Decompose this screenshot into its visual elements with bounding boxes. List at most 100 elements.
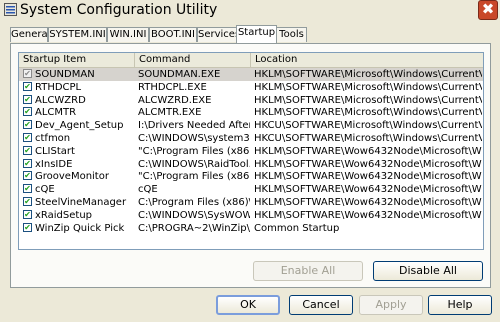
startup-location: HKLM\SOFTWARE\Wow6432Node\Microsoft\Wind… <box>254 171 482 183</box>
startup-item-checkbox[interactable]: ✔ <box>23 94 32 104</box>
startup-item-checkbox[interactable]: ✔ <box>23 184 32 194</box>
startup-command: ALCWZRD.EXE <box>138 94 212 106</box>
checkmark-icon: ✔ <box>24 158 31 168</box>
cancel-button[interactable]: Cancel <box>289 295 353 315</box>
column-header-command[interactable]: Command <box>135 53 251 67</box>
help-label: Help <box>447 298 473 311</box>
close-icon: ✖ <box>481 0 495 18</box>
startup-item-checkbox[interactable]: ✔ <box>23 197 32 206</box>
startup-item-name: Dev_Agent_Setup <box>35 120 124 132</box>
list-header: Startup Item Command Location <box>19 53 483 68</box>
startup-location: HKCU\SOFTWARE\Microsoft\Windows\CurrentV… <box>254 120 482 132</box>
tab-general[interactable]: General <box>10 27 51 42</box>
table-row[interactable]: ✔ ALCMTR ALCMTR.EXE HKLM\SOFTWARE\Microsoft… <box>19 106 483 119</box>
startup-item-checkbox[interactable]: ✔ <box>23 171 32 181</box>
startup-command: C:\PROGRA~2\WinZip\... <box>138 222 250 234</box>
tab-services[interactable]: Services <box>197 27 241 42</box>
tab-startup[interactable]: Startup <box>236 25 277 43</box>
close-button[interactable]: ✖ <box>478 0 498 20</box>
column-header-label: Startup Item <box>23 54 87 65</box>
disable-all-button[interactable]: Disable All <box>373 261 483 281</box>
table-row[interactable]: ✔ SteelVineManager C:\Program Files (x86)\… <box>19 196 483 209</box>
table-row[interactable]: ✔ ALCWZRD ALCWZRD.EXE HKLM\SOFTWARE\Microso… <box>19 94 483 107</box>
tab-boot-ini[interactable]: BOOT.INI <box>149 27 197 42</box>
startup-command: C:\WINDOWS\RaidTool... <box>138 158 250 170</box>
startup-command: cQE <box>138 184 158 196</box>
startup-location: HKLM\SOFTWARE\Wow6432Node\Microsoft\Wind… <box>254 209 482 221</box>
tab-label: WIN.INI <box>109 29 147 40</box>
startup-command: "C:\Program Files (x86)... <box>138 145 250 157</box>
title-bar: System Configuration Utility ✖ <box>0 0 500 20</box>
cancel-label: Cancel <box>302 298 340 311</box>
startup-item-checkbox[interactable]: ✔ <box>23 145 32 155</box>
startup-location: HKLM\SOFTWARE\Wow6432Node\Microsoft\Wind… <box>254 197 482 208</box>
table-row[interactable]: ✔ cQE cQE HKLM\SOFTWARE\Wow6432Node\Microso… <box>19 183 483 196</box>
startup-item-checkbox[interactable]: ✔ <box>23 81 32 91</box>
checkmark-icon: ✔ <box>24 184 31 194</box>
startup-item-checkbox[interactable]: ✔ <box>23 69 32 78</box>
checkmark-icon: ✔ <box>24 222 31 232</box>
startup-item-name: GrooveMonitor <box>35 171 109 183</box>
checkmark-icon: ✔ <box>24 81 31 91</box>
apply-button[interactable]: Apply <box>359 295 423 315</box>
startup-command: C:\WINDOWS\system3... <box>138 133 250 144</box>
startup-location: HKCU\SOFTWARE\Microsoft\Windows\CurrentV… <box>254 133 482 144</box>
startup-list[interactable]: Startup Item Command Location ✔ SOUNDMAN S… <box>18 52 484 250</box>
tab-label: Tools <box>279 29 304 40</box>
startup-item-name: RTHDCPL <box>35 81 82 93</box>
startup-item-checkbox[interactable]: ✔ <box>23 209 32 219</box>
tab-label: General <box>11 29 51 40</box>
startup-item-name: ALCWZRD <box>35 94 86 106</box>
ok-label: OK <box>240 298 256 311</box>
startup-location: HKLM\SOFTWARE\Microsoft\Windows\CurrentV… <box>254 94 482 106</box>
column-header-location[interactable]: Location <box>251 53 483 67</box>
startup-command: "C:\Program Files (x86)... <box>138 171 250 183</box>
startup-item-name: xInsIDE <box>35 158 73 170</box>
startup-location: Common Startup <box>254 222 340 234</box>
startup-item-checkbox[interactable]: ✔ <box>23 133 32 142</box>
apply-label: Apply <box>375 298 407 311</box>
table-row[interactable]: ✔ CLIStart "C:\Program Files (x86)... HKLM\… <box>19 145 483 158</box>
startup-command: I:\Drivers Needed After ... <box>138 120 250 132</box>
column-header-label: Location <box>255 54 298 65</box>
table-row[interactable]: ✔ ctfmon C:\WINDOWS\system3... HKCU\SOFTWAR… <box>19 132 483 145</box>
tab-system-ini[interactable]: SYSTEM.INI <box>48 27 107 42</box>
table-row[interactable]: ✔ SOUNDMAN SOUNDMAN.EXE HKLM\SOFTWARE\Micro… <box>19 68 483 81</box>
tab-tools[interactable]: Tools <box>276 27 307 42</box>
startup-item-name: ALCMTR <box>35 107 77 119</box>
checkmark-icon: ✔ <box>24 145 31 155</box>
tab-label: Services <box>198 29 241 40</box>
tab-win-ini[interactable]: WIN.INI <box>107 27 149 42</box>
startup-command: SOUNDMAN.EXE <box>138 69 221 80</box>
column-header-startup-item[interactable]: Startup Item <box>19 53 135 67</box>
ok-button[interactable]: OK <box>216 295 280 315</box>
tab-label: SYSTEM.INI <box>49 29 106 40</box>
table-row[interactable]: ✔ WinZip Quick Pick C:\PROGRA~2\WinZip\...… <box>19 222 483 235</box>
table-row[interactable]: ✔ xRaidSetup C:\WINDOWS\SysWOW... HKLM\SOFT… <box>19 209 483 222</box>
enable-all-button[interactable]: Enable All <box>253 261 363 281</box>
startup-item-name: CLIStart <box>35 145 75 157</box>
window-title: System Configuration Utility <box>20 2 218 18</box>
startup-item-name: cQE <box>35 184 55 196</box>
table-row[interactable]: ✔ GrooveMonitor "C:\Program Files (x86)...… <box>19 170 483 183</box>
checkmark-icon: ✔ <box>24 94 31 104</box>
column-header-label: Command <box>139 54 191 65</box>
help-button[interactable]: Help <box>428 295 492 315</box>
startup-item-checkbox[interactable]: ✔ <box>23 120 32 130</box>
disable-all-label: Disable All <box>399 264 457 277</box>
system-config-icon <box>4 3 17 16</box>
startup-item-checkbox[interactable]: ✔ <box>23 158 32 168</box>
checkmark-icon: ✔ <box>24 171 31 181</box>
table-row[interactable]: ✔ RTHDCPL RTHDCPL.EXE HKLM\SOFTWARE\Microso… <box>19 81 483 94</box>
table-row[interactable]: ✔ xInsIDE C:\WINDOWS\RaidTool... HKLM\SOFTW… <box>19 158 483 171</box>
startup-item-checkbox[interactable]: ✔ <box>23 107 32 117</box>
checkmark-icon: ✔ <box>24 120 31 130</box>
table-row[interactable]: ✔ Dev_Agent_Setup I:\Drivers Needed After … <box>19 119 483 132</box>
startup-item-checkbox[interactable]: ✔ <box>23 222 32 232</box>
tab-label: Startup <box>237 27 276 38</box>
startup-command: RTHDCPL.EXE <box>138 81 207 93</box>
startup-item-name: SOUNDMAN <box>35 69 95 80</box>
checkmark-icon: ✔ <box>24 197 31 206</box>
startup-item-name: WinZip Quick Pick <box>35 222 125 234</box>
startup-location: HKLM\SOFTWARE\Wow6432Node\Microsoft\Wind… <box>254 184 482 196</box>
